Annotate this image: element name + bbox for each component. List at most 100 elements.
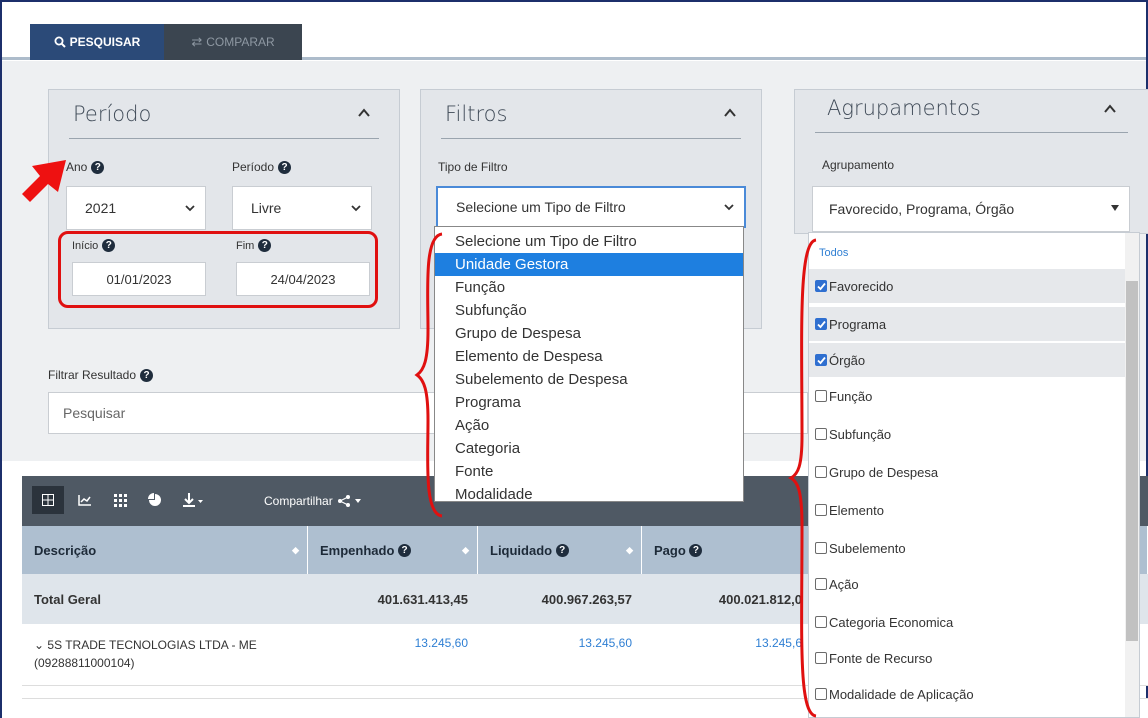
row-name: 5S TRADE TECNOLOGIAS LTDA - ME bbox=[47, 638, 257, 652]
option-label: Subelemento bbox=[829, 540, 906, 556]
periodo-select-value: Livre bbox=[251, 200, 282, 216]
total-liquidado: 400.967.263,57 bbox=[541, 591, 632, 607]
agrupamento-option[interactable]: Grupo de Despesa bbox=[809, 455, 1125, 489]
option-label: Função bbox=[829, 388, 873, 404]
agrupamento-option[interactable]: Órgão bbox=[809, 343, 1125, 377]
table-icon bbox=[42, 494, 54, 506]
agrupamento-option[interactable]: Subelemento bbox=[809, 531, 1125, 565]
tipo-filtro-value: Selecione um Tipo de Filtro bbox=[456, 199, 626, 215]
tipo-filtro-dropdown: Selecione um Tipo de Filtro Unidade Gest… bbox=[434, 226, 744, 503]
help-icon[interactable]: ? bbox=[140, 368, 154, 382]
collapse-filtros-icon[interactable] bbox=[723, 106, 737, 120]
tab-comparar[interactable]: ⇄ COMPARAR bbox=[164, 24, 302, 60]
row-doc: (09288811000104) bbox=[34, 656, 135, 670]
col-descricao[interactable]: Descrição ◆ bbox=[22, 526, 308, 574]
expand-chevron-icon[interactable]: ⌄ bbox=[34, 638, 44, 652]
grid-icon[interactable] bbox=[114, 494, 127, 507]
collapse-agrupamentos-icon[interactable] bbox=[1103, 102, 1117, 116]
ano-select[interactable]: 2021 bbox=[66, 186, 206, 230]
dropdown-option[interactable]: Fonte bbox=[435, 460, 743, 483]
row-description[interactable]: ⌄ 5S TRADE TECNOLOGIAS LTDA - ME (092888… bbox=[34, 636, 304, 672]
agrupamento-option[interactable]: Subfunção bbox=[809, 417, 1125, 451]
dropdown-option[interactable]: Subfunção bbox=[435, 299, 743, 322]
dropdown-option[interactable]: Programa bbox=[435, 391, 743, 414]
collapse-periodo-icon[interactable] bbox=[357, 106, 371, 120]
agrupamentos-divider bbox=[815, 132, 1128, 133]
row-liquidado[interactable]: 13.245,60 bbox=[478, 636, 632, 650]
dropdown-option-highlighted[interactable]: Unidade Gestora bbox=[435, 253, 743, 276]
total-pago: 400.021.812,0 bbox=[718, 591, 802, 607]
col-empenhado[interactable]: Empenhado ? ◆ bbox=[308, 526, 478, 574]
total-label: Total Geral bbox=[34, 591, 101, 607]
agrupamento-option[interactable]: Fonte de Recurso bbox=[809, 641, 1125, 675]
pie-chart-icon[interactable] bbox=[148, 493, 162, 507]
agrupamento-option[interactable]: Modalidade de Aplicação bbox=[809, 677, 1125, 711]
tipo-filtro-label: Tipo de Filtro bbox=[438, 160, 508, 174]
option-label: Programa bbox=[829, 316, 887, 332]
chevron-down-icon bbox=[724, 204, 734, 211]
agrupamentos-title: Agrupamentos bbox=[827, 96, 981, 120]
help-icon[interactable]: ? bbox=[91, 160, 105, 174]
dropdown-option[interactable]: Subelemento de Despesa bbox=[435, 368, 743, 391]
tab-comparar-label: COMPARAR bbox=[206, 35, 275, 49]
option-label: Modalidade de Aplicação bbox=[829, 686, 974, 702]
line-chart-icon[interactable] bbox=[78, 494, 92, 506]
agrupamento-option[interactable]: Programa bbox=[809, 307, 1125, 341]
help-icon[interactable]: ? bbox=[689, 543, 703, 557]
agrupamento-option[interactable]: Ação bbox=[809, 567, 1125, 601]
option-label: Grupo de Despesa bbox=[829, 464, 939, 480]
dropdown-scrollbar[interactable] bbox=[1125, 233, 1139, 717]
select-all-link[interactable]: Todos bbox=[819, 247, 848, 259]
sort-icon: ◆ bbox=[462, 544, 469, 555]
periodo-label: Período? bbox=[232, 160, 292, 174]
caret-down-icon bbox=[1111, 205, 1119, 211]
periodo-title: Período bbox=[73, 102, 152, 126]
exchange-icon: ⇄ bbox=[191, 34, 203, 49]
share-button[interactable]: Compartilhar bbox=[264, 494, 361, 508]
dropdown-option[interactable]: Grupo de Despesa bbox=[435, 322, 743, 345]
option-label: Elemento bbox=[829, 502, 884, 518]
agrupamento-value: Favorecido, Programa, Órgão bbox=[829, 201, 1015, 217]
download-icon[interactable] bbox=[182, 492, 204, 508]
caret-down-icon bbox=[354, 499, 361, 503]
table-view-button[interactable] bbox=[32, 486, 64, 514]
total-empenhado: 401.631.413,45 bbox=[377, 591, 468, 607]
option-label: Órgão bbox=[829, 352, 866, 368]
option-label: Ação bbox=[829, 576, 859, 592]
filtrar-placeholder: Pesquisar bbox=[63, 405, 126, 421]
col-liquidado[interactable]: Liquidado ? ◆ bbox=[478, 526, 642, 574]
agrupamento-label: Agrupamento bbox=[822, 158, 895, 172]
row-empenhado[interactable]: 13.245,60 bbox=[308, 636, 468, 650]
chevron-down-icon bbox=[351, 205, 361, 212]
dropdown-option[interactable]: Categoria bbox=[435, 437, 743, 460]
help-icon[interactable]: ? bbox=[398, 543, 412, 557]
dropdown-option[interactable]: Função bbox=[435, 276, 743, 299]
agrupamento-option[interactable]: Favorecido bbox=[809, 269, 1125, 303]
filtrar-resultado-label: Filtrar Resultado? bbox=[48, 368, 154, 382]
help-icon[interactable]: ? bbox=[555, 543, 569, 557]
row-pago[interactable]: 13.245,6 bbox=[642, 636, 802, 650]
red-brace-annotation bbox=[788, 238, 817, 718]
dropdown-option[interactable]: Elemento de Despesa bbox=[435, 345, 743, 368]
dropdown-option[interactable]: Modalidade bbox=[435, 483, 743, 506]
agrupamento-dropdown: Todos Favorecido Programa Órgão Função S… bbox=[808, 232, 1140, 718]
date-range-highlight bbox=[58, 231, 378, 308]
dropdown-option[interactable]: Ação bbox=[435, 414, 743, 437]
option-label: Fonte de Recurso bbox=[829, 650, 933, 666]
chevron-down-icon bbox=[185, 205, 195, 212]
filtros-title: Filtros bbox=[445, 102, 508, 126]
periodo-divider bbox=[69, 138, 379, 139]
dropdown-option[interactable]: Selecione um Tipo de Filtro bbox=[435, 230, 743, 253]
scrollbar-thumb[interactable] bbox=[1126, 281, 1138, 641]
ano-label: Ano? bbox=[66, 160, 105, 174]
tab-pesquisar[interactable]: PESQUISAR bbox=[30, 24, 164, 60]
agrupamento-option[interactable]: Categoria Economica bbox=[809, 605, 1125, 639]
ano-select-value: 2021 bbox=[85, 200, 117, 216]
agrupamento-select[interactable]: Favorecido, Programa, Órgão bbox=[812, 186, 1130, 232]
tipo-filtro-select[interactable]: Selecione um Tipo de Filtro bbox=[436, 186, 746, 228]
agrupamento-option[interactable]: Função bbox=[809, 379, 1125, 413]
sort-icon: ◆ bbox=[626, 544, 633, 555]
agrupamento-option[interactable]: Elemento bbox=[809, 493, 1125, 527]
periodo-select[interactable]: Livre bbox=[232, 186, 372, 230]
help-icon[interactable]: ? bbox=[278, 160, 292, 174]
